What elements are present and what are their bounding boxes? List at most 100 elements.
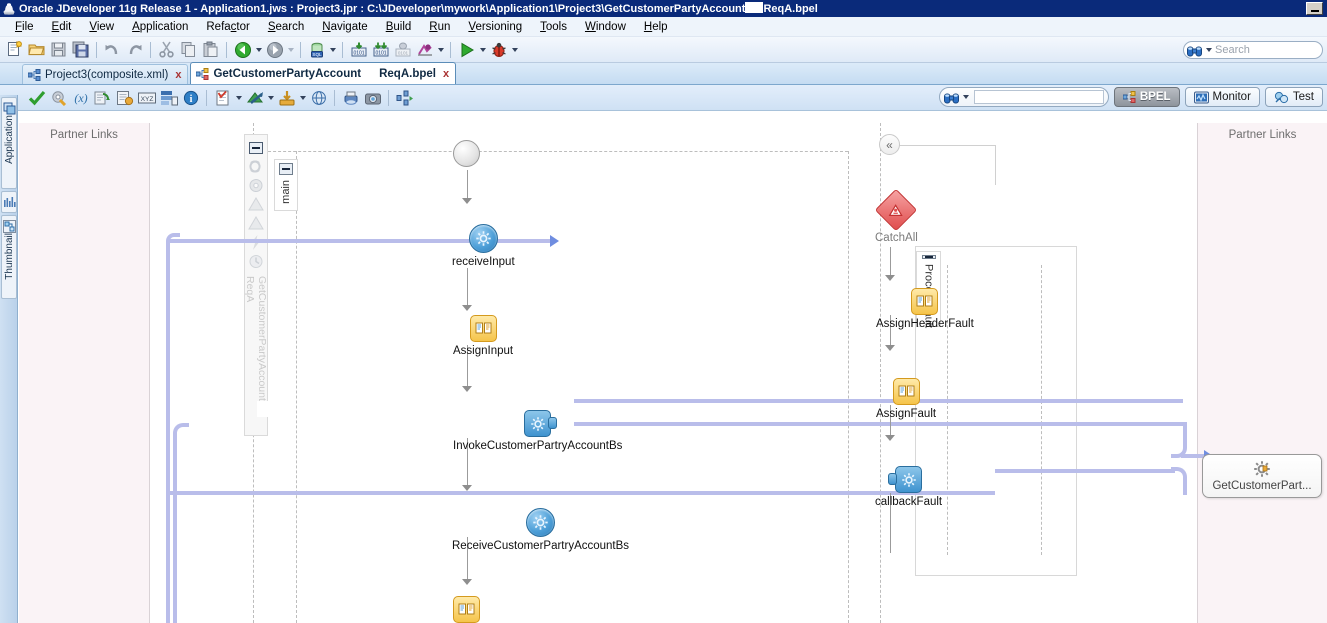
tab-bpel-mode[interactable]: BPEL: [1114, 87, 1180, 107]
checklist-icon[interactable]: [212, 87, 233, 108]
tab-test-mode[interactable]: Test: [1265, 87, 1323, 107]
partner-links-panel-left[interactable]: Partner Links: [19, 123, 150, 623]
close-icon[interactable]: x: [175, 69, 181, 81]
global-search[interactable]: Search: [1183, 41, 1323, 59]
import-icon[interactable]: [276, 87, 297, 108]
copy-icon[interactable]: [178, 39, 199, 60]
tab-monitor-mode[interactable]: Monitor: [1185, 87, 1260, 107]
checklist-dropdown-icon[interactable]: [234, 88, 243, 108]
expand-icon[interactable]: [394, 87, 415, 108]
main-toolbar[interactable]: SQL 0101 0101 0101 Search: [0, 37, 1327, 63]
save-icon[interactable]: [48, 39, 69, 60]
xpath-icon[interactable]: (x): [70, 87, 91, 108]
activity-AssignHeaderFault[interactable]: AssignHeaderFault: [876, 288, 974, 330]
generate-icon[interactable]: [114, 87, 135, 108]
import-dropdown-icon[interactable]: [298, 88, 307, 108]
activity-assign-bottom[interactable]: [453, 596, 480, 623]
menu-build[interactable]: Build: [377, 19, 421, 35]
profile-dropdown-icon[interactable]: [436, 40, 445, 60]
bpel-toolbar[interactable]: (x) XYZ i: [0, 85, 1327, 111]
menu-versioning[interactable]: Versioning: [459, 19, 531, 35]
paste-icon[interactable]: [200, 39, 221, 60]
wait-icon[interactable]: [247, 253, 265, 270]
sql-dropdown-icon[interactable]: [328, 40, 337, 60]
bpel-find[interactable]: [939, 87, 1109, 107]
bpel-diagram-canvas[interactable]: Partner Links Partner Links: [19, 123, 1327, 623]
debug-dropdown-icon[interactable]: [510, 40, 519, 60]
cut-icon[interactable]: [156, 39, 177, 60]
left-dock[interactable]: Application Thumbnail: [0, 95, 18, 623]
validate-icon[interactable]: [26, 87, 47, 108]
collapse-main-icon[interactable]: [279, 163, 293, 175]
snapshot-icon[interactable]: [362, 87, 383, 108]
bpel-toolbar-right[interactable]: BPEL Monitor Test: [939, 87, 1323, 107]
close-icon[interactable]: x: [443, 68, 449, 80]
activity-ReceiveCustomerPartryAccountBs[interactable]: ReceiveCustomerPartryAccountBs: [452, 508, 629, 552]
scope-icon[interactable]: [247, 177, 265, 194]
sql-worksheet-icon[interactable]: SQL: [306, 39, 327, 60]
sidebar-item-application[interactable]: Application: [1, 97, 17, 189]
sidebar-item-structure[interactable]: [1, 191, 17, 213]
bpel-find-input[interactable]: [974, 90, 1104, 104]
menu-application[interactable]: Application: [123, 19, 197, 35]
menu-view[interactable]: View: [80, 19, 123, 35]
menu-navigate[interactable]: Navigate: [313, 19, 376, 35]
editor-tab-bpel[interactable]: GetCustomerPartyAccountReqA.bpel x: [190, 62, 456, 84]
menu-refactor[interactable]: Refactor: [197, 19, 258, 35]
xyz-icon[interactable]: XYZ: [136, 87, 157, 108]
activity-palette[interactable]: GetCustomerPartyAccountReqA: [244, 134, 268, 436]
activity-start-event[interactable]: [453, 140, 480, 167]
save-all-icon[interactable]: [70, 39, 91, 60]
run-icon[interactable]: [456, 39, 477, 60]
navigate-back-dropdown-icon[interactable]: [254, 40, 263, 60]
editor-tab-composite[interactable]: Project3(composite.xml) x: [22, 64, 188, 84]
navigate-back-icon[interactable]: [232, 39, 253, 60]
activity-AssignInput[interactable]: AssignInput: [453, 315, 513, 357]
partner-link-node[interactable]: GetCustomerPart...: [1202, 454, 1322, 498]
make-icon[interactable]: 0101: [348, 39, 369, 60]
refresh-icon[interactable]: [92, 87, 113, 108]
deploy-dropdown-icon[interactable]: [266, 88, 275, 108]
navigate-forward-icon[interactable]: [264, 39, 285, 60]
menu-file[interactable]: File: [6, 19, 43, 35]
rebuild-icon[interactable]: 0101: [370, 39, 391, 60]
while-icon[interactable]: [247, 158, 265, 175]
open-icon[interactable]: [26, 39, 47, 60]
partner-links-panel-right[interactable]: Partner Links: [1197, 123, 1327, 623]
collapse-fault-pane-button[interactable]: «: [879, 134, 900, 155]
wsdl-icon[interactable]: [308, 87, 329, 108]
menu-run[interactable]: Run: [420, 19, 459, 35]
run-dropdown-icon[interactable]: [478, 40, 487, 60]
menu-help[interactable]: Help: [635, 19, 677, 35]
menu-search[interactable]: Search: [259, 19, 313, 35]
sort-icon[interactable]: [158, 87, 179, 108]
info-icon[interactable]: i: [180, 87, 201, 108]
editor-tabstrip[interactable]: Project3(composite.xml) x GetCustomerPar…: [0, 63, 1327, 85]
collapse-process-fault-icon[interactable]: [922, 255, 936, 259]
activity-AssignFault[interactable]: AssignFault: [876, 378, 936, 420]
search-dropdown-icon[interactable]: [1204, 40, 1213, 60]
activity-receiveInput[interactable]: receiveInput: [452, 224, 515, 268]
menu-window[interactable]: Window: [576, 19, 635, 35]
print-icon[interactable]: [340, 87, 361, 108]
activity-InvokeCustomerPartryAccountBs[interactable]: InvokeCustomerPartryAccountBs: [453, 410, 622, 452]
menu-tools[interactable]: Tools: [531, 19, 576, 35]
new-icon[interactable]: [4, 39, 25, 60]
minimize-icon[interactable]: [247, 139, 265, 156]
profile-icon[interactable]: [414, 39, 435, 60]
find-dropdown-icon[interactable]: [962, 87, 971, 107]
sidebar-item-thumbnail[interactable]: Thumbnail: [1, 215, 17, 299]
run-ant-icon[interactable]: 0101: [392, 39, 413, 60]
activity-CatchAll[interactable]: CatchAll: [875, 195, 918, 244]
deploy-arrow-icon[interactable]: [244, 87, 265, 108]
build-icon[interactable]: [48, 87, 69, 108]
redo-icon[interactable]: [124, 39, 145, 60]
throw-icon[interactable]: [247, 196, 265, 213]
menu-edit[interactable]: Edit: [43, 19, 81, 35]
window-controls[interactable]: [1306, 2, 1325, 15]
activity-callbackFault[interactable]: callbackFault: [875, 466, 942, 508]
debug-icon[interactable]: [488, 39, 509, 60]
undo-icon[interactable]: [102, 39, 123, 60]
minimize-button[interactable]: [1306, 2, 1323, 15]
rethrow-icon[interactable]: [247, 215, 265, 232]
